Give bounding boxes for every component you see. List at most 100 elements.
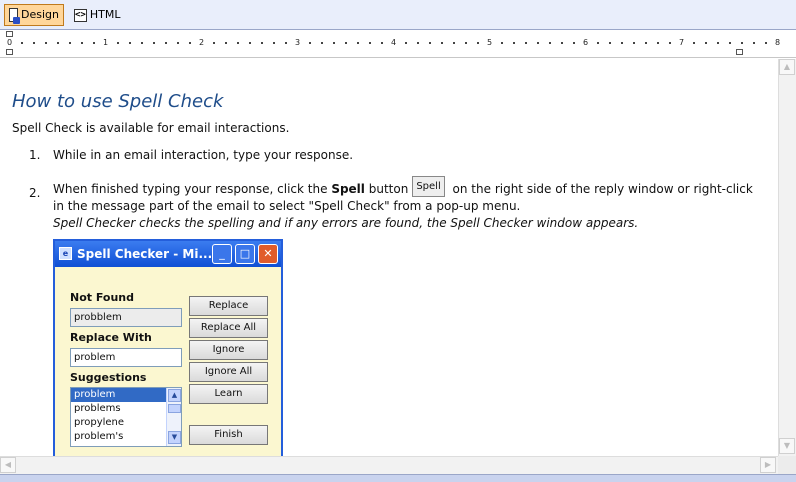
ruler-tick <box>729 42 731 44</box>
suggestions-label: Suggestions <box>70 371 147 384</box>
close-icon: ✕ <box>258 244 278 264</box>
suggestion-item: propylene <box>74 417 125 428</box>
ruler-tick <box>693 42 695 44</box>
maximize-icon: □ <box>235 244 255 264</box>
ruler-tick <box>129 42 131 44</box>
spell-window-title: Spell Checker - Mi... <box>77 247 213 261</box>
ruler-tick <box>285 42 287 44</box>
ruler-tick <box>57 42 59 44</box>
not-found-field: probblem <box>70 308 182 327</box>
scroll-left-icon[interactable]: ◀ <box>0 457 16 473</box>
ruler-tick <box>669 42 671 44</box>
ruler-number: 1 <box>103 38 109 47</box>
ruler-tick <box>369 42 371 44</box>
right-margin-marker[interactable] <box>736 49 743 55</box>
ignore-button: Ignore <box>189 340 268 360</box>
ruler-tick <box>501 42 503 44</box>
html-tab-button[interactable]: <> HTML <box>70 4 122 26</box>
ruler-tick <box>477 42 479 44</box>
spell-button-image: Spell <box>412 176 445 197</box>
ruler-tick <box>237 42 239 44</box>
ruler-number: 2 <box>199 38 205 47</box>
left-indent-marker[interactable] <box>6 31 13 37</box>
horizontal-scrollbar[interactable]: ◀ ▶ <box>0 456 778 474</box>
ruler-tick <box>345 42 347 44</box>
scroll-up-icon: ▲ <box>168 389 181 402</box>
intro-text: Spell Check is available for email inter… <box>12 121 290 135</box>
ruler-number: 4 <box>391 38 397 47</box>
ruler-tick <box>753 42 755 44</box>
ruler-tick <box>765 42 767 44</box>
spell-checker-window-image: e Spell Checker - Mi... _ □ ✕ Not Found … <box>53 239 283 456</box>
ruler-tick <box>81 42 83 44</box>
suggestion-item: problem's <box>74 431 124 442</box>
scroll-down-icon[interactable]: ▼ <box>779 438 795 454</box>
ruler-tick <box>357 42 359 44</box>
ruler-tick <box>321 42 323 44</box>
ruler-number: 3 <box>295 38 301 47</box>
ruler-tick <box>741 42 743 44</box>
ruler-tick <box>381 42 383 44</box>
ruler: 0 1 2 3 4 5 6 7 8 <box>0 30 796 58</box>
learn-button: Learn <box>189 384 268 404</box>
replace-all-button: Replace All <box>189 318 268 338</box>
ruler-tick <box>633 42 635 44</box>
ruler-tick <box>453 42 455 44</box>
app-icon: e <box>59 247 72 260</box>
suggestions-scrollbar: ▲ ▼ <box>166 388 181 446</box>
finish-button: Finish <box>189 425 268 445</box>
ruler-tick <box>441 42 443 44</box>
replace-with-field: problem <box>70 348 182 367</box>
ruler-number: 0 <box>7 38 13 47</box>
ruler-tick <box>465 42 467 44</box>
ruler-tick <box>549 42 551 44</box>
ruler-tick <box>645 42 647 44</box>
bottom-border <box>0 474 796 482</box>
ruler-tick <box>609 42 611 44</box>
suggestions-list: problem problems propylene problem's ▲ ▼ <box>70 387 182 447</box>
step-2-line-2: in the message part of the email to sele… <box>53 199 521 213</box>
suggestion-item: problem <box>71 388 181 402</box>
design-tab-button[interactable]: Design <box>4 4 64 26</box>
view-toolbar: Design <> HTML <box>0 0 796 30</box>
ruler-tick <box>93 42 95 44</box>
design-icon <box>9 8 21 24</box>
ruler-tick <box>573 42 575 44</box>
ruler-number: 5 <box>487 38 493 47</box>
ruler-tick <box>621 42 623 44</box>
left-margin-marker[interactable] <box>6 49 13 55</box>
not-found-label: Not Found <box>70 291 135 304</box>
ruler-tick <box>153 42 155 44</box>
html-icon: <> <box>74 8 87 22</box>
editor-content[interactable]: How to use Spell Check Spell Check is av… <box>0 59 778 456</box>
scrollbar-corner <box>778 456 796 474</box>
ruler-tick <box>273 42 275 44</box>
scroll-right-icon[interactable]: ▶ <box>760 457 776 473</box>
ruler-tick <box>69 42 71 44</box>
replace-button: Replace <box>189 296 268 316</box>
step-2-text-mid: button <box>364 182 409 196</box>
ruler-tick <box>117 42 119 44</box>
vertical-scrollbar[interactable]: ▲ ▼ <box>778 59 796 456</box>
ruler-tick <box>213 42 215 44</box>
ruler-tick <box>429 42 431 44</box>
ruler-tick <box>165 42 167 44</box>
step-2-text-after: on the right side of the reply window or… <box>448 182 753 196</box>
ruler-number: 8 <box>775 38 781 47</box>
ruler-tick <box>177 42 179 44</box>
ruler-tick <box>249 42 251 44</box>
ruler-tick <box>513 42 515 44</box>
ignore-all-button: Ignore All <box>189 362 268 382</box>
ruler-tick <box>525 42 527 44</box>
minimize-icon: _ <box>212 244 232 264</box>
step-1-number: 1. <box>29 148 41 162</box>
ruler-tick <box>537 42 539 44</box>
step-1-text: While in an email interaction, type your… <box>53 148 354 162</box>
ruler-tick <box>333 42 335 44</box>
step-2-text-before: When finished typing your response, clic… <box>53 182 332 196</box>
scroll-up-icon[interactable]: ▲ <box>779 59 795 75</box>
replace-with-label: Replace With <box>70 331 152 344</box>
ruler-number: 6 <box>583 38 589 47</box>
ruler-tick <box>309 42 311 44</box>
suggestion-item: problems <box>74 403 121 414</box>
